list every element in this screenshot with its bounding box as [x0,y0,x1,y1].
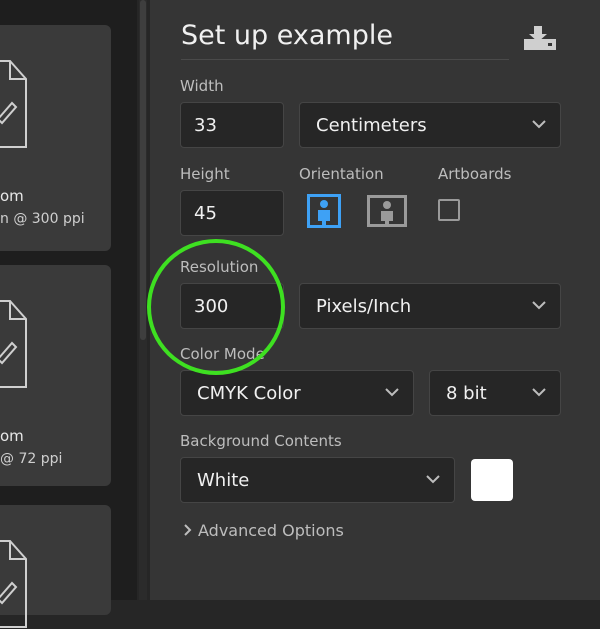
portrait-orientation-icon[interactable] [307,194,341,228]
preset-subtitle: n @ 300 ppi [0,211,85,227]
width-unit-select[interactable]: Centimeters [299,102,561,148]
background-contents-label: Background Contents [180,432,342,450]
document-icon [0,60,27,148]
artboards-label: Artboards [438,165,512,183]
document-icon [0,540,27,628]
advanced-options-label: Advanced Options [198,521,344,540]
color-mode-select[interactable]: CMYK Color [180,370,414,416]
height-label: Height [180,165,230,183]
preset-list: om n @ 300 ppi om @ 72 ppi [0,0,137,628]
highlight-circle [147,239,285,375]
background-color-swatch[interactable] [471,459,513,501]
resolution-unit-value: Pixels/Inch [316,295,412,317]
title-underline [181,59,509,60]
height-input[interactable]: 45 [180,190,284,236]
bit-depth-value: 8 bit [446,382,487,404]
chevron-down-icon [532,301,546,310]
save-preset-icon[interactable] [524,24,556,50]
chevron-down-icon [532,388,546,397]
preset-card[interactable]: om @ 72 ppi [0,265,111,486]
chevron-down-icon [532,120,546,129]
document-icon [0,300,27,388]
background-contents-select[interactable]: White [180,457,455,503]
chevron-down-icon [426,475,440,484]
landscape-orientation-icon[interactable] [367,194,407,228]
preset-card[interactable] [0,505,111,628]
preset-title: om [0,427,24,445]
color-mode-value: CMYK Color [197,382,301,404]
resolution-unit-select[interactable]: Pixels/Inch [299,283,561,329]
width-input[interactable]: 33 [180,102,284,148]
preset-name-title[interactable]: Set up example [181,20,393,51]
preset-title: om [0,187,24,205]
preset-card[interactable]: om n @ 300 ppi [0,25,111,251]
preset-subtitle: @ 72 ppi [0,451,63,467]
orientation-label: Orientation [299,165,384,183]
chevron-down-icon [385,388,399,397]
chevron-right-icon [184,524,192,536]
width-unit-value: Centimeters [316,114,427,136]
artboards-checkbox[interactable] [438,199,460,221]
background-contents-value: White [197,469,250,491]
advanced-options-toggle[interactable]: Advanced Options [183,521,344,540]
width-label: Width [180,77,224,95]
bit-depth-select[interactable]: 8 bit [429,370,561,416]
scrollbar-thumb[interactable] [140,0,146,340]
